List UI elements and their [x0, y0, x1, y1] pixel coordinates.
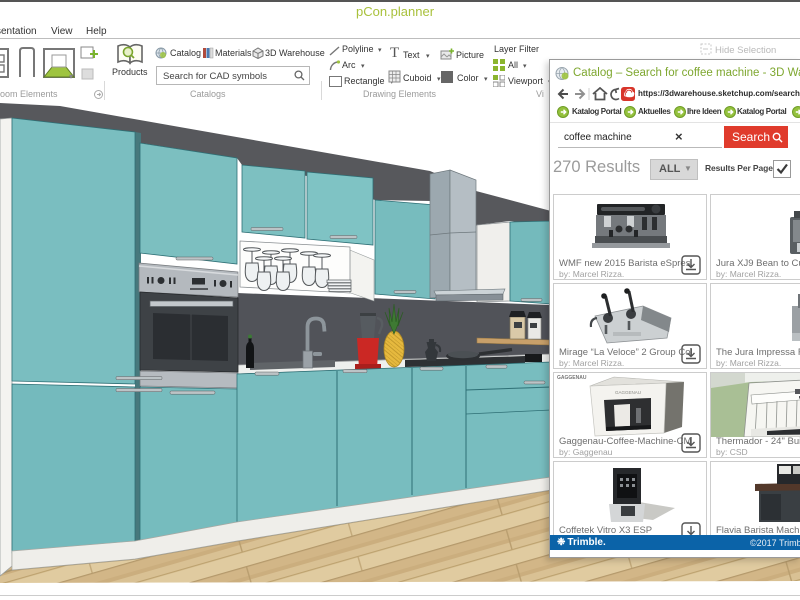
svg-text:GAGGENAU: GAGGENAU: [615, 390, 641, 395]
